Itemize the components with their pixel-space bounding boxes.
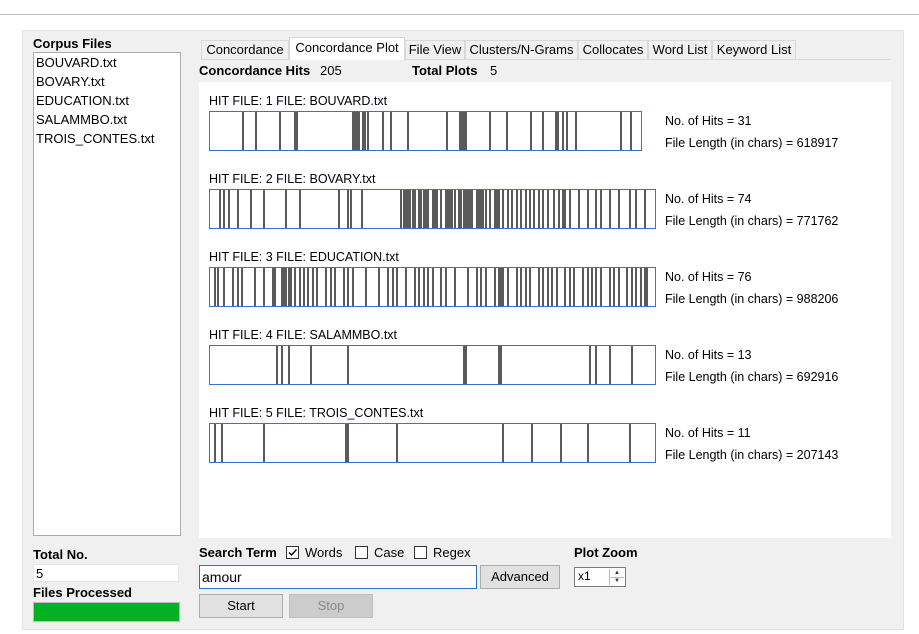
tab-bar: Concordance Concordance Plot File View C… (201, 37, 891, 60)
concordance-plot-area: HIT FILE: 1 FILE: BOUVARD.txt No. of Hit… (199, 82, 891, 538)
corpus-files-label: Corpus Files (33, 36, 112, 51)
hit-barcode-svg (242, 112, 632, 150)
total-plots-value: 5 (490, 63, 498, 78)
top-separator (0, 14, 919, 15)
files-processed-label: Files Processed (33, 585, 132, 600)
regex-checkbox[interactable] (414, 546, 427, 559)
hit-barcode[interactable] (209, 423, 656, 463)
search-term-input[interactable]: amour (199, 565, 477, 589)
plot-block-5: HIT FILE: 5 FILE: TROIS_CONTES.txt No. o… (209, 406, 889, 476)
plot-title: HIT FILE: 4 FILE: SALAMMBO.txt (209, 328, 398, 342)
plot-title: HIT FILE: 2 FILE: BOVARY.txt (209, 172, 376, 186)
spin-down-icon[interactable]: ▼ (610, 577, 624, 585)
plot-zoom-label: Plot Zoom (574, 545, 638, 560)
plot-block-1: HIT FILE: 1 FILE: BOUVARD.txt No. of Hit… (209, 94, 889, 164)
search-term-label: Search Term (199, 545, 277, 560)
case-checkbox[interactable] (355, 546, 368, 559)
plot-title: HIT FILE: 1 FILE: BOUVARD.txt (209, 94, 388, 108)
hit-count: No. of Hits = 11 (665, 426, 751, 440)
plot-block-2: HIT FILE: 2 FILE: BOVARY.txt No. of Hits… (209, 172, 889, 242)
case-checkbox-label: Case (374, 545, 405, 560)
total-plots-label: Total Plots (412, 63, 478, 78)
hit-barcode-svg (276, 346, 633, 384)
words-checkbox[interactable] (286, 546, 299, 559)
corpus-file-item[interactable]: EDUCATION.txt (36, 93, 129, 108)
stop-button[interactable]: Stop (289, 594, 373, 618)
tab-concordance-plot[interactable]: Concordance Plot (289, 37, 405, 60)
words-checkbox-label: Words (305, 545, 343, 560)
checkmark-icon (288, 549, 298, 557)
start-button[interactable]: Start (199, 594, 283, 618)
tab-clusters-ngrams[interactable]: Clusters/N-Grams (465, 40, 578, 59)
regex-checkbox-label: Regex (433, 545, 471, 560)
hit-barcode-svg (214, 268, 648, 306)
plot-zoom-spinner[interactable]: x1 ▲ ▼ (574, 567, 626, 587)
plot-block-3: HIT FILE: 3 FILE: EDUCATION.txt No. of H… (209, 250, 889, 320)
tab-collocates[interactable]: Collocates (578, 40, 648, 59)
file-length: File Length (in chars) = 988206 (665, 292, 839, 306)
hit-barcode[interactable] (209, 267, 656, 307)
file-length: File Length (in chars) = 207143 (665, 448, 839, 462)
tab-keyword-list[interactable]: Keyword List (712, 40, 796, 59)
corpus-file-item[interactable]: TROIS_CONTES.txt (36, 131, 154, 146)
files-processed-progress (33, 602, 180, 622)
hit-count: No. of Hits = 76 (665, 270, 752, 284)
concordance-hits-value: 205 (320, 63, 342, 78)
file-length: File Length (in chars) = 771762 (665, 214, 839, 228)
corpus-file-item[interactable]: BOVARY.txt (36, 74, 105, 89)
tab-concordance[interactable]: Concordance (201, 40, 289, 59)
app-window: Corpus Files BOUVARD.txt BOVARY.txt EDUC… (22, 30, 904, 630)
concordance-hits-label: Concordance Hits (199, 63, 311, 78)
hit-barcode-svg (214, 424, 631, 462)
hit-barcode-svg (219, 190, 646, 228)
corpus-files-list[interactable]: BOUVARD.txt BOVARY.txt EDUCATION.txt SAL… (33, 52, 181, 536)
corpus-file-item[interactable]: BOUVARD.txt (36, 55, 117, 70)
file-length: File Length (in chars) = 692916 (665, 370, 839, 384)
total-no-label: Total No. (33, 547, 88, 562)
tab-word-list[interactable]: Word List (648, 40, 712, 59)
file-length: File Length (in chars) = 618917 (665, 136, 839, 150)
plot-block-4: HIT FILE: 4 FILE: SALAMMBO.txt No. of Hi… (209, 328, 889, 398)
hit-count: No. of Hits = 31 (665, 114, 752, 128)
plot-title: HIT FILE: 3 FILE: EDUCATION.txt (209, 250, 399, 264)
hit-count: No. of Hits = 13 (665, 348, 752, 362)
corpus-file-item[interactable]: SALAMMBO.txt (36, 112, 127, 127)
plot-zoom-value: x1 (578, 569, 591, 583)
hit-barcode[interactable] (209, 345, 656, 385)
hit-barcode[interactable] (209, 111, 642, 151)
advanced-button[interactable]: Advanced (480, 565, 560, 589)
progress-fill (34, 603, 179, 621)
total-no-value: 5 (33, 564, 179, 582)
hit-count: No. of Hits = 74 (665, 192, 752, 206)
plot-title: HIT FILE: 5 FILE: TROIS_CONTES.txt (209, 406, 424, 420)
hit-barcode[interactable] (209, 189, 656, 229)
tab-file-view[interactable]: File View (405, 40, 465, 59)
spinner-buttons: ▲ ▼ (609, 569, 624, 585)
